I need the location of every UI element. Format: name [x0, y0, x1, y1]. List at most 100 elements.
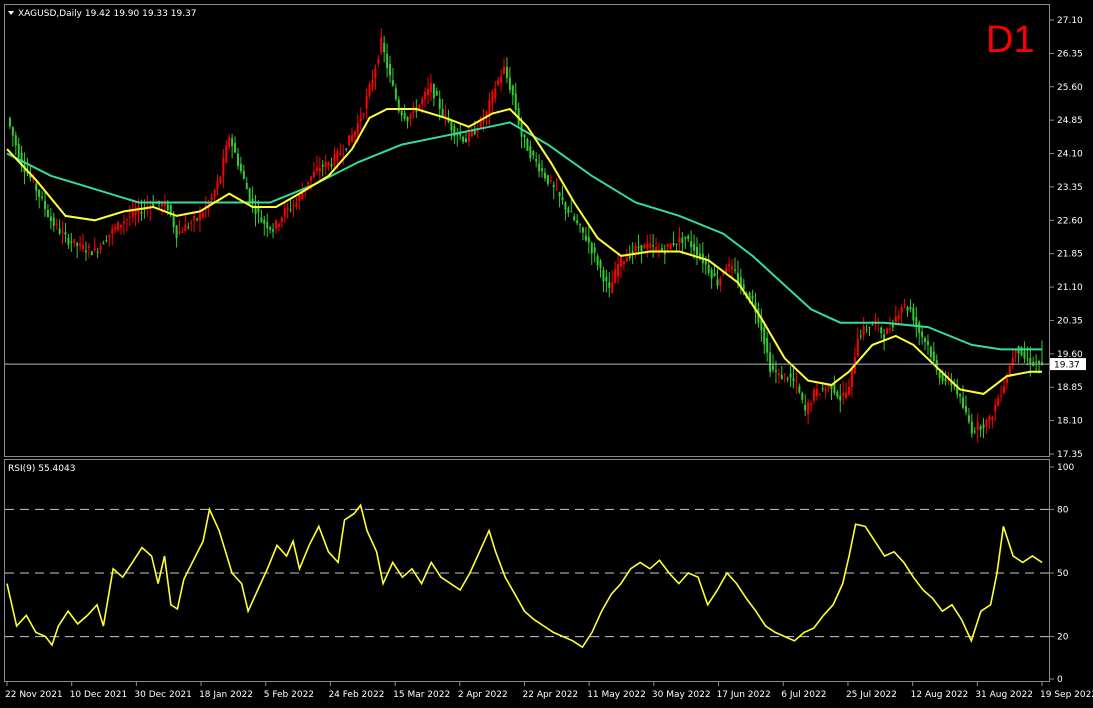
ma-slow-line [6, 121, 1042, 351]
candle-body [973, 431, 976, 433]
candle-body [122, 221, 125, 224]
candle-body [649, 243, 652, 248]
candle-body [70, 241, 73, 243]
candle-body [696, 246, 698, 256]
candle-body [160, 203, 163, 206]
candle-body [508, 77, 511, 90]
candle-body [444, 114, 447, 116]
candle-body [573, 216, 576, 220]
candle-body [926, 341, 929, 345]
candle-body [897, 315, 900, 320]
time-tick-label: 5 Feb 2022 [264, 690, 314, 700]
candle-body [318, 168, 321, 172]
time-tick-label: 25 Jul 2022 [846, 690, 897, 700]
candle-body [82, 245, 85, 250]
symbol-dropdown-icon[interactable] [8, 11, 14, 15]
time-tick-label: 11 May 2022 [587, 690, 646, 700]
candle-body [435, 90, 438, 96]
candle-body [888, 328, 891, 330]
candle-body [8, 117, 11, 127]
candle-body [400, 110, 403, 116]
candle-body [903, 304, 906, 306]
candle-body [734, 269, 737, 271]
candle-body [58, 228, 61, 234]
candle-body [681, 237, 684, 244]
candle-body [962, 397, 965, 408]
candle-body [377, 59, 380, 64]
candle-body [234, 142, 237, 153]
candle-body [76, 242, 79, 246]
candle-body [713, 273, 716, 277]
candle-body [584, 235, 587, 241]
candle-body [257, 207, 260, 213]
candle-body [985, 419, 988, 426]
candle-body [394, 88, 397, 100]
candle-body [96, 251, 99, 253]
candle-body [61, 231, 64, 233]
rsi-tick-label: 50 [1057, 569, 1069, 579]
candle-body [576, 220, 579, 224]
candle-body [310, 176, 313, 181]
price-tick-label: 21.85 [1057, 250, 1083, 260]
candle-body [49, 216, 52, 222]
candle-body [655, 246, 658, 251]
candle-body [529, 146, 532, 159]
candle-body [450, 121, 453, 131]
candles [8, 28, 1043, 443]
candle-body [742, 284, 745, 289]
candle-body [90, 251, 93, 256]
candle-body [783, 373, 786, 375]
candle-body [555, 188, 558, 190]
candle-body [359, 118, 362, 122]
time-tick-label: 10 Dec 2021 [70, 690, 128, 700]
candle-body [187, 226, 190, 228]
candle-body [84, 250, 87, 253]
candle-body [818, 393, 821, 396]
price-tick-label: 20.35 [1057, 316, 1083, 326]
candle-body [959, 394, 962, 397]
time-tick-label: 17 Jun 2022 [717, 690, 771, 700]
candle-body [386, 53, 389, 69]
candle-body [409, 114, 412, 119]
candle-body [859, 335, 862, 337]
candle-body [611, 282, 614, 293]
candle-body [114, 226, 117, 230]
price-tick-label: 25.60 [1057, 83, 1083, 93]
candle-body [769, 352, 772, 372]
candle-body [967, 415, 970, 422]
candle-body [441, 108, 444, 117]
candle-body [307, 182, 310, 185]
candle-body [669, 243, 672, 249]
candle-body [994, 404, 997, 412]
current-price-line: 19.37 [5, 358, 1086, 371]
candle-body [44, 201, 47, 209]
candle-body [415, 110, 418, 112]
candle-body [839, 395, 842, 401]
candle-body [491, 91, 494, 104]
candle-body [1005, 378, 1008, 383]
time-tick-label: 30 Dec 2021 [134, 690, 192, 700]
candle-body [929, 346, 932, 358]
candle-body [424, 92, 427, 99]
candle-body [549, 180, 552, 182]
candle-body [719, 278, 722, 286]
candle-body [558, 192, 561, 197]
candle-body [38, 189, 41, 197]
candle-body [260, 217, 263, 223]
candle-body [181, 231, 184, 233]
candle-body [339, 153, 342, 156]
candle-body [117, 221, 120, 231]
candle-body [362, 113, 365, 116]
candle-body [242, 170, 245, 179]
candle-body [617, 264, 620, 277]
candle-body [850, 368, 853, 387]
candle-body [348, 135, 351, 146]
candle-body [342, 153, 345, 155]
candle-body [535, 159, 538, 162]
candle-body [766, 337, 769, 353]
candle-body [251, 198, 254, 202]
candle-body [327, 162, 330, 166]
candle-body [868, 327, 871, 329]
candle-body [105, 240, 108, 242]
price-tick-label: 18.85 [1057, 383, 1083, 393]
